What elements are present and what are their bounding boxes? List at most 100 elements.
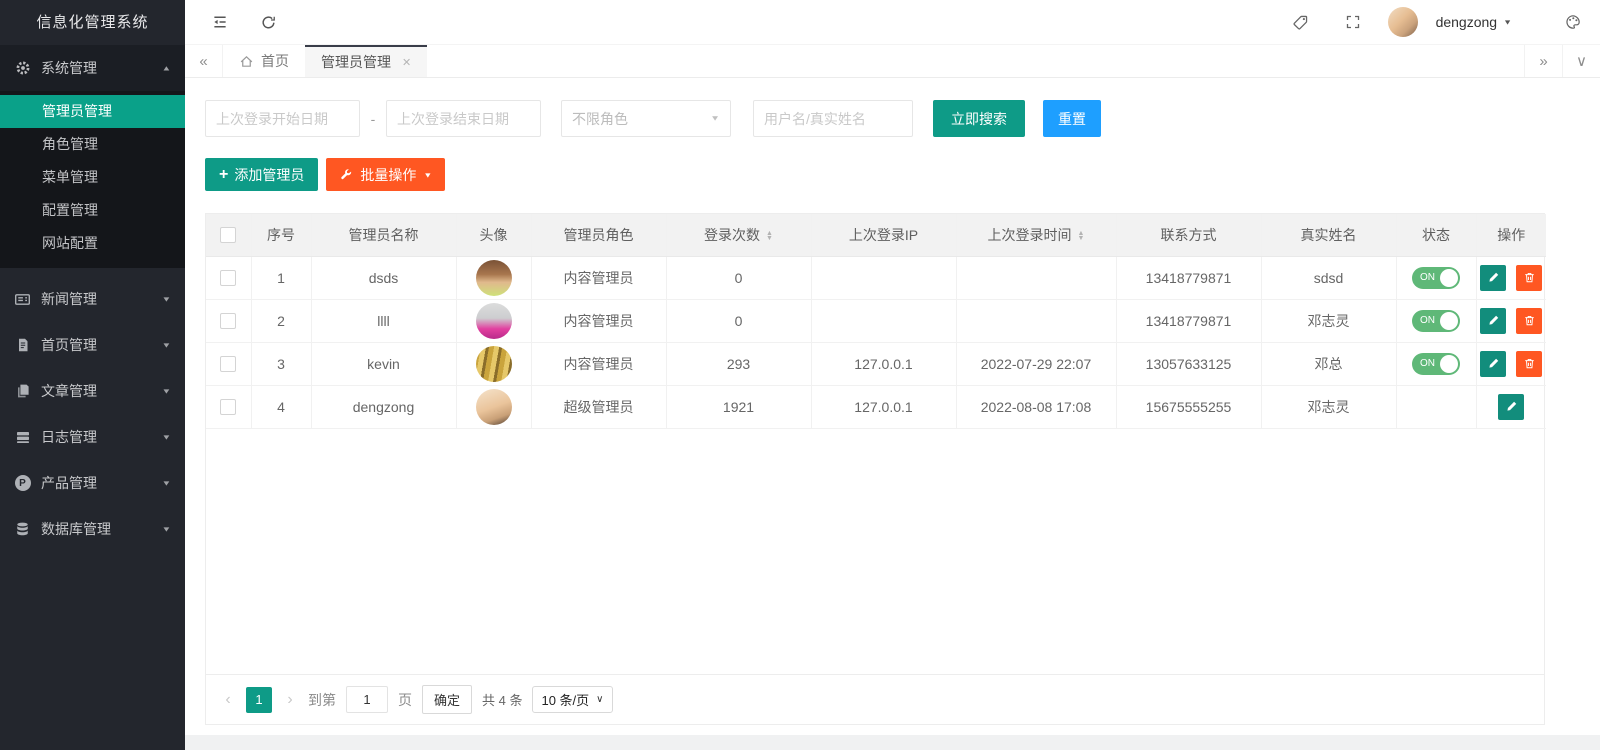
plus-icon: +: [219, 167, 228, 183]
copy-icon: [14, 383, 31, 400]
keyword-input[interactable]: [753, 100, 913, 137]
sidebar-item-news[interactable]: 新闻管理 ▼: [0, 276, 185, 322]
role-select[interactable]: 不限角色 ▼: [561, 100, 731, 137]
row-checkbox[interactable]: [220, 313, 236, 329]
cell-name: dengzong: [311, 385, 456, 428]
cell-last-ip: [811, 299, 956, 342]
col-last-time[interactable]: 上次登录时间▲▼: [956, 214, 1116, 256]
user-menu[interactable]: dengzong ▼: [1436, 14, 1512, 30]
pencil-icon: [1487, 357, 1500, 370]
goto-confirm-button[interactable]: 确定: [422, 685, 472, 714]
sidebar-item-database[interactable]: 数据库管理 ▼: [0, 506, 185, 552]
trash-icon: [1523, 314, 1536, 327]
pagination: ‹ 1 › 到第 页 确定 共 4 条 10 条/页 ∨: [206, 674, 1544, 724]
row-checkbox[interactable]: [220, 399, 236, 415]
status-toggle[interactable]: ON: [1412, 267, 1460, 289]
page-size-select[interactable]: 10 条/页 ∨: [532, 686, 612, 713]
next-page-button[interactable]: ›: [282, 691, 298, 709]
tabbar: « 首页 管理员管理 ✕ » ∨: [185, 45, 1600, 78]
tab-home[interactable]: 首页: [223, 45, 305, 77]
date-end-input[interactable]: [386, 100, 541, 137]
page-unit-label: 页: [398, 690, 412, 710]
col-logins[interactable]: 登录次数▲▼: [666, 214, 811, 256]
toolbar: + 添加管理员 批量操作 ▼: [205, 158, 1545, 191]
cell-index: 4: [251, 385, 311, 428]
cell-name: kevin: [311, 342, 456, 385]
close-icon[interactable]: ✕: [402, 56, 411, 69]
tabs-scroll-right[interactable]: »: [1524, 45, 1562, 77]
chevron-up-icon: ▲: [162, 64, 172, 72]
current-page[interactable]: 1: [246, 687, 272, 713]
edit-button[interactable]: [1480, 265, 1506, 291]
collapse-sidebar-icon[interactable]: [203, 5, 237, 39]
status-toggle[interactable]: ON: [1412, 353, 1460, 375]
sidebar-item-logs[interactable]: 日志管理 ▼: [0, 414, 185, 460]
theme-palette-icon[interactable]: [1556, 5, 1590, 39]
status-toggle[interactable]: ON: [1412, 310, 1460, 332]
home-icon: [239, 54, 254, 69]
chevron-down-icon: ▼: [162, 525, 172, 533]
tab-admin-manage[interactable]: 管理员管理 ✕: [305, 45, 427, 77]
sidebar-item-role-manage[interactable]: 角色管理: [0, 128, 185, 161]
cell-logins: 1921: [666, 385, 811, 428]
chevron-down-icon: ▼: [162, 433, 172, 441]
edit-button[interactable]: [1480, 308, 1506, 334]
bottom-strip: [185, 735, 1600, 750]
delete-button[interactable]: [1516, 351, 1542, 377]
delete-button[interactable]: [1516, 308, 1542, 334]
chevron-down-icon: ▼: [710, 114, 720, 122]
table-row: 2 llll 内容管理员 0 13418779871 邓志灵 ON: [206, 299, 1546, 342]
sidebar-item-system[interactable]: 系统管理 ▲: [0, 45, 185, 91]
sidebar-item-articles[interactable]: 文章管理 ▼: [0, 368, 185, 414]
tabs-menu-toggle[interactable]: ∨: [1562, 45, 1600, 77]
cell-logins: 293: [666, 342, 811, 385]
sidebar-item-products[interactable]: P 产品管理 ▼: [0, 460, 185, 506]
edit-button[interactable]: [1480, 351, 1506, 377]
chevron-down-icon: ▼: [1503, 18, 1512, 26]
tag-icon[interactable]: [1284, 5, 1318, 39]
delete-button[interactable]: [1516, 265, 1542, 291]
sidebar-item-admin-manage[interactable]: 管理员管理: [0, 95, 185, 128]
sidebar-item-homepage[interactable]: 首页管理 ▼: [0, 322, 185, 368]
sidebar-item-label: 新闻管理: [41, 289, 162, 309]
add-admin-button[interactable]: + 添加管理员: [205, 158, 318, 191]
search-button[interactable]: 立即搜索: [933, 100, 1025, 137]
file-icon: [14, 337, 31, 354]
cell-last-time: [956, 256, 1116, 299]
pencil-icon: [1487, 314, 1500, 327]
cell-realname: 邓总: [1261, 342, 1396, 385]
batch-actions-button[interactable]: 批量操作 ▼: [326, 158, 445, 191]
database-icon: [14, 521, 31, 538]
sidebar-item-label: 文章管理: [41, 381, 162, 401]
table-row: 4 dengzong 超级管理员 1921 127.0.0.1 2022-08-…: [206, 385, 1546, 428]
col-realname: 真实姓名: [1261, 214, 1396, 256]
date-start-input[interactable]: [205, 100, 360, 137]
prev-page-button[interactable]: ‹: [220, 691, 236, 709]
tabs-scroll-left[interactable]: «: [185, 45, 223, 77]
page-size-value: 10 条/页: [541, 690, 589, 709]
sidebar-item-label: 系统管理: [41, 58, 162, 78]
cell-contact: 13057633125: [1116, 342, 1261, 385]
row-checkbox[interactable]: [220, 270, 236, 286]
row-checkbox[interactable]: [220, 356, 236, 372]
goto-page-input[interactable]: [346, 686, 388, 713]
reset-button[interactable]: 重置: [1043, 100, 1101, 137]
user-avatar[interactable]: [1388, 7, 1418, 37]
select-all-checkbox[interactable]: [220, 227, 236, 243]
cell-last-ip: 127.0.0.1: [811, 385, 956, 428]
cell-index: 3: [251, 342, 311, 385]
col-status: 状态: [1396, 214, 1476, 256]
cell-role: 超级管理员: [531, 385, 666, 428]
chevron-down-icon: ▼: [162, 387, 172, 395]
sidebar-item-config-manage[interactable]: 配置管理: [0, 194, 185, 227]
edit-button[interactable]: [1498, 394, 1524, 420]
fullscreen-icon[interactable]: [1336, 5, 1370, 39]
app-root: 信息化管理系统 系统管理 ▲ 管理员管理 角色管理 菜单管理 配置管理 网站配置…: [0, 0, 1600, 750]
sidebar-item-menu-manage[interactable]: 菜单管理: [0, 161, 185, 194]
cell-realname: 邓志灵: [1261, 299, 1396, 342]
sidebar-item-site-config[interactable]: 网站配置: [0, 227, 185, 260]
cell-realname: sdsd: [1261, 256, 1396, 299]
add-admin-label: 添加管理员: [234, 165, 304, 185]
refresh-icon[interactable]: [251, 5, 285, 39]
gear-icon: [14, 60, 31, 77]
